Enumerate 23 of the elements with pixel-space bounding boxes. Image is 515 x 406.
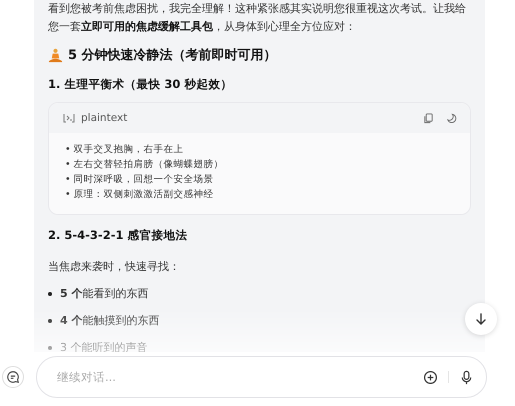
list-item: 4 个能触摸到的东西 — [60, 313, 160, 328]
list-item: 5 个能看到的东西 — [60, 286, 148, 301]
section-heading: 5 分钟快速冷静法（考前即时可用） — [68, 47, 277, 64]
bullet-icon — [48, 346, 52, 350]
meditation-icon — [48, 48, 63, 62]
arrow-down-icon — [474, 312, 488, 326]
subsection-heading: 2. 5-4-3-2-1 感官接地法 — [48, 228, 188, 243]
code-line: • 原理：双侧刺激激活副交感神经 — [65, 188, 215, 202]
chat-input-field[interactable]: 继续对话... — [36, 356, 487, 398]
code-line: • 左右交替轻拍肩膀（像蝴蝶翅膀） — [65, 158, 225, 172]
bullet-icon — [48, 318, 52, 322]
subsection-heading: 1. 生理平衡术（最快 30 秒起效） — [48, 77, 234, 92]
paragraph: 当焦虑来袭时，快速寻找： — [48, 259, 181, 274]
new-chat-button[interactable] — [2, 366, 24, 388]
chat-bubble-icon — [6, 370, 20, 384]
terminal-icon — [63, 113, 75, 123]
code-line: • 同时深呼吸，回想一个安全场景 — [65, 173, 215, 187]
message-text: 看到您被考前焦虑困扰，我完全理解！这种紧张感其实说明您很重视这次考试。让我给您一套立即可用的焦虑缓解工具包，从身体到心理全方位应对： — [48, 1, 467, 35]
chat-input[interactable]: 继续对话... — [55, 369, 413, 385]
code-line: • 双手交叉抱胸，右手在上 — [65, 143, 185, 157]
scroll-down-button[interactable] — [465, 303, 497, 335]
code-language: plaintext — [81, 112, 128, 124]
bullet-icon — [48, 292, 52, 296]
